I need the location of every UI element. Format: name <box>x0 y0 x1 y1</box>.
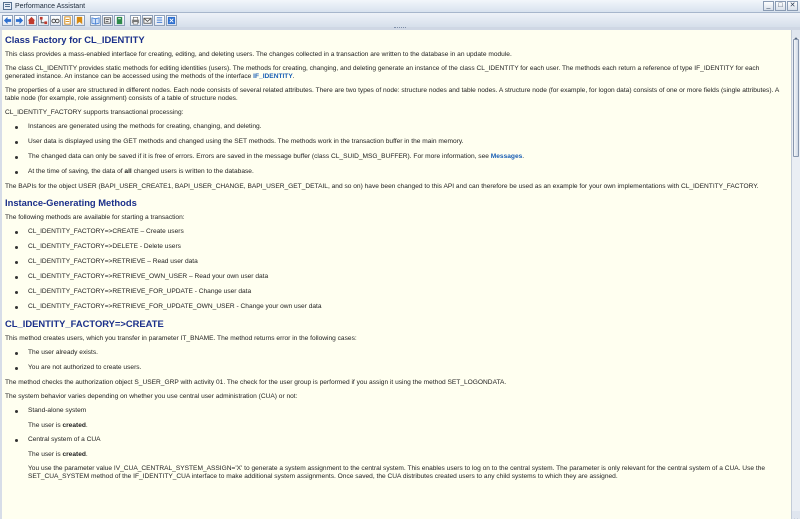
vertical-scrollbar[interactable] <box>791 30 800 519</box>
list-item: Instances are generated using the method… <box>5 123 788 131</box>
paragraph-create-intro: This method creates users, which you tra… <box>5 335 357 342</box>
open-book-icon <box>91 16 100 24</box>
glossary-button[interactable] <box>114 14 125 26</box>
list-item: CL_IDENTITY_FACTORY=>CREATE – Create use… <box>5 228 788 236</box>
case-central-result: The user is created. <box>28 451 88 458</box>
print-button[interactable] <box>130 14 141 26</box>
list-item: CL_IDENTITY_FACTORY=>DELETE - Delete use… <box>5 243 788 251</box>
list-item: CL_IDENTITY_FACTORY=>RETRIEVE_OWN_USER –… <box>5 273 788 281</box>
technical-info-icon <box>103 16 112 24</box>
glasses-icon <box>51 18 60 23</box>
list-item: User data is displayed using the GET met… <box>5 138 788 146</box>
bookmark-button[interactable] <box>74 14 85 26</box>
case-standalone-result: The user is created. <box>28 422 88 429</box>
scroll-thumb[interactable] <box>793 39 799 157</box>
paragraph-cua-assign: You use the parameter value IV_CUA_CENTR… <box>28 465 766 480</box>
paragraph-transactional: CL_IDENTITY_FACTORY supports transaction… <box>5 109 184 116</box>
list-item: CL_IDENTITY_FACTORY=>RETRIEVE_FOR_UPDATE… <box>5 288 788 296</box>
list-item: At the time of saving, the data of all c… <box>5 168 788 176</box>
close-assistant-button[interactable] <box>166 14 177 26</box>
scroll-up-button[interactable] <box>792 30 800 41</box>
minimize-button[interactable]: _ <box>763 1 774 11</box>
mail-icon <box>143 17 152 24</box>
heading-create: CL_IDENTITY_FACTORY=>CREATE <box>5 318 164 329</box>
back-button[interactable] <box>2 14 13 26</box>
view-button[interactable] <box>50 14 61 26</box>
maximize-button[interactable]: □ <box>775 1 786 11</box>
mail-button[interactable] <box>142 14 153 26</box>
docs-list-icon <box>156 16 163 23</box>
messages-link[interactable]: Messages <box>491 153 523 160</box>
scroll-down-button[interactable] <box>792 511 800 519</box>
glossary-icon <box>116 16 123 24</box>
if-identity-link[interactable]: IF_IDENTITY <box>253 73 293 80</box>
tree-structure-icon <box>39 16 48 24</box>
document-content: Class Factory for CL_IDENTITY This class… <box>2 30 791 519</box>
close-button[interactable]: ✕ <box>787 1 798 11</box>
system-cases-list: Stand-alone system <box>5 407 788 415</box>
window-title: Performance Assistant <box>15 2 86 10</box>
title-bar: Performance Assistant _ □ ✕ <box>0 0 800 13</box>
docs-list-button[interactable] <box>154 14 165 26</box>
list-item: CL_IDENTITY_FACTORY=>RETRIEVE_FOR_UPDATE… <box>5 303 788 311</box>
home-button[interactable] <box>26 14 37 26</box>
list-item: Stand-alone system <box>5 407 788 415</box>
heading-instance-methods: Instance-Generating Methods <box>5 197 137 208</box>
structure-button[interactable] <box>38 14 49 26</box>
paragraph-methods-intro: The following methods are available for … <box>5 214 185 221</box>
transactional-list: Instances are generated using the method… <box>5 123 788 176</box>
forward-arrow-icon <box>15 16 24 24</box>
error-cases-list: The user already exists. You are not aut… <box>5 349 788 372</box>
paragraph-cl-identity: The class CL_IDENTITY provides static me… <box>5 65 760 80</box>
app-window-icon <box>3 2 12 10</box>
list-item: Central system of a CUA <box>5 436 788 444</box>
list-item: The user already exists. <box>5 349 788 357</box>
list-item: CL_IDENTITY_FACTORY=>RETRIEVE – Read use… <box>5 258 788 266</box>
heading-class-factory: Class Factory for CL_IDENTITY <box>5 34 145 45</box>
paragraph-system-behavior: The system behavior varies depending on … <box>5 393 298 400</box>
methods-list: CL_IDENTITY_FACTORY=>CREATE – Create use… <box>5 228 788 311</box>
system-cases-list-2: Central system of a CUA <box>5 436 788 444</box>
window-controls: _ □ ✕ <box>763 1 798 11</box>
technical-info-button[interactable] <box>102 14 113 26</box>
list-item: You are not authorized to create users. <box>5 364 788 372</box>
paragraph-intro: This class provides a mass-enabled inter… <box>5 51 512 58</box>
forward-button[interactable] <box>14 14 25 26</box>
paragraph-authorization: The method checks the authorization obje… <box>5 379 507 386</box>
document-settings-icon <box>64 15 71 25</box>
bookmark-icon <box>76 16 83 24</box>
home-icon <box>27 16 36 24</box>
toolbar <box>0 13 800 27</box>
open-book-button[interactable] <box>90 14 101 26</box>
list-item: The changed data can only be saved if it… <box>5 153 788 161</box>
print-icon <box>131 16 140 24</box>
document-settings-button[interactable] <box>62 14 73 26</box>
paragraph-nodes: The properties of a user are structured … <box>5 87 779 102</box>
close-window-icon <box>167 16 176 24</box>
back-arrow-icon <box>3 16 12 24</box>
paragraph-bapis: The BAPIs for the object USER (BAPI_USER… <box>5 183 759 190</box>
